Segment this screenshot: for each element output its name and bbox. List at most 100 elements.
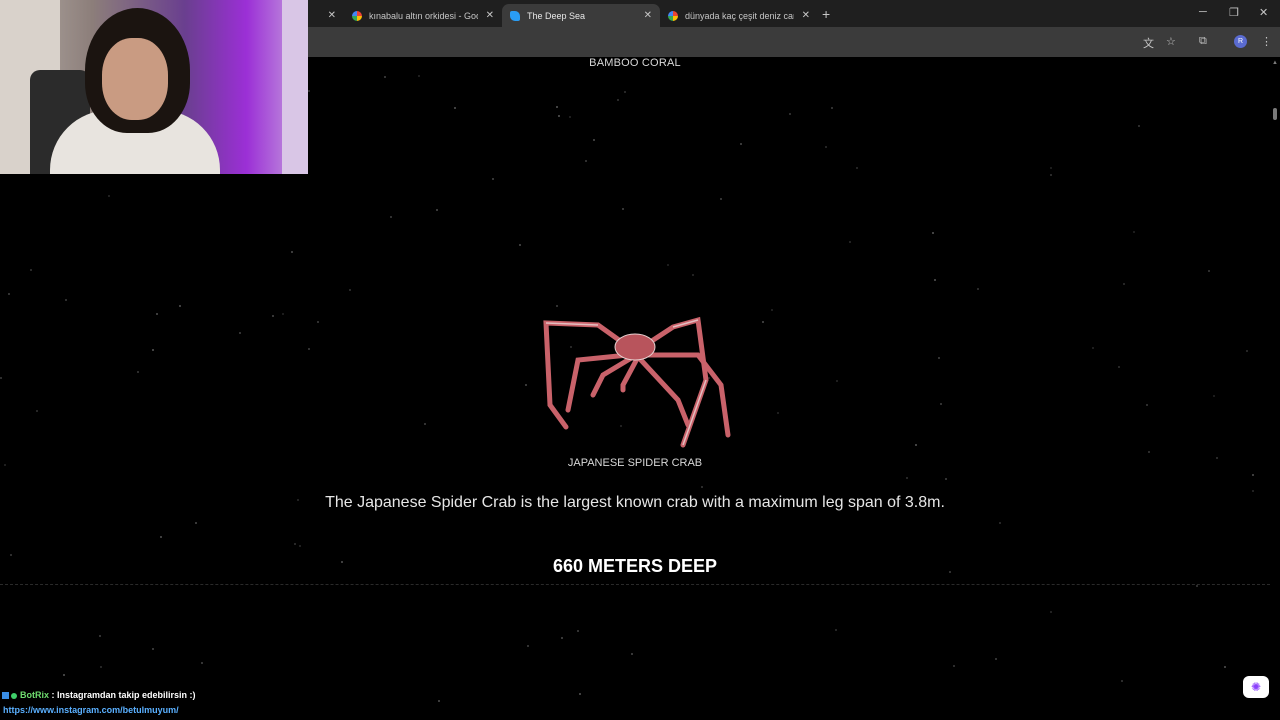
star-dot xyxy=(579,693,581,695)
tab-4[interactable]: dünyada kaç çeşit deniz canlısı ✕ xyxy=(660,4,818,27)
star-dot xyxy=(825,146,827,148)
brain-icon: ✺ xyxy=(1250,680,1262,694)
star-dot xyxy=(1092,347,1094,349)
star-dot xyxy=(201,662,203,664)
star-dot xyxy=(137,371,139,373)
star-dot xyxy=(527,645,529,647)
star-dot xyxy=(720,198,722,200)
star-dot xyxy=(617,99,619,101)
depth-heading: 660 METERS DEEP xyxy=(552,556,718,576)
crab-description: The Japanese Spider Crab is the largest … xyxy=(325,494,945,511)
star-dot xyxy=(349,289,351,291)
webcam-panel xyxy=(282,0,308,174)
star-dot xyxy=(195,522,197,524)
star-dot xyxy=(1208,270,1210,272)
star-dot xyxy=(667,264,669,266)
google-icon xyxy=(352,10,362,21)
bookmark-star-icon[interactable]: ☆ xyxy=(1166,35,1176,48)
star-dot xyxy=(152,648,154,650)
star-dot xyxy=(100,666,102,668)
star-dot xyxy=(239,332,241,334)
restore-button[interactable]: ❐ xyxy=(1229,6,1239,19)
star-dot xyxy=(831,107,833,109)
star-dot xyxy=(906,477,908,479)
close-icon[interactable]: ✕ xyxy=(486,10,494,21)
new-tab-button[interactable]: + xyxy=(822,6,830,22)
tab-3[interactable]: The Deep Sea ✕ xyxy=(502,4,660,27)
star-dot xyxy=(1252,474,1254,476)
star-dot xyxy=(1123,283,1125,285)
menu-icon[interactable]: ⋮ xyxy=(1261,35,1272,48)
star-dot xyxy=(308,348,310,350)
star-dot xyxy=(789,113,791,115)
profile-avatar[interactable]: R xyxy=(1234,35,1247,48)
star-dot xyxy=(36,410,38,412)
scrollbar[interactable] xyxy=(1270,57,1280,720)
star-dot xyxy=(740,143,742,145)
star-dot xyxy=(525,384,527,386)
star-dot xyxy=(556,106,558,108)
minimize-button[interactable]: ─ xyxy=(1199,6,1207,18)
star-dot xyxy=(438,700,440,702)
star-dot xyxy=(558,115,560,117)
scroll-up-arrow-icon[interactable]: ▲ xyxy=(1272,60,1278,66)
star-dot xyxy=(0,377,2,379)
star-dot xyxy=(8,293,10,295)
star-dot xyxy=(424,423,426,425)
depth-divider xyxy=(0,584,1270,585)
star-dot xyxy=(179,305,181,307)
star-dot xyxy=(1050,174,1052,176)
star-dot xyxy=(492,178,494,180)
star-dot xyxy=(1050,167,1052,169)
star-dot xyxy=(160,536,162,538)
star-dot xyxy=(999,522,1001,524)
star-dot xyxy=(569,116,571,118)
bot-badge-icon xyxy=(2,692,9,699)
close-icon[interactable]: ✕ xyxy=(328,10,336,21)
star-dot xyxy=(593,139,595,141)
star-dot xyxy=(1118,366,1120,368)
star-dot xyxy=(65,299,67,301)
star-dot xyxy=(915,444,917,446)
star-dot xyxy=(762,321,764,323)
star-dot xyxy=(1246,350,1248,352)
star-dot xyxy=(622,208,624,210)
star-dot xyxy=(294,543,296,545)
star-dot xyxy=(836,380,838,382)
tab-title: dünyada kaç çeşit deniz canlısı xyxy=(685,10,794,21)
star-dot xyxy=(938,357,940,359)
star-dot xyxy=(631,653,633,655)
scroll-thumb[interactable] xyxy=(1273,108,1277,120)
star-dot xyxy=(577,630,579,632)
star-dot xyxy=(977,288,979,290)
star-dot xyxy=(1148,451,1150,453)
star-dot xyxy=(953,665,955,667)
close-icon[interactable]: ✕ xyxy=(802,10,810,21)
star-dot xyxy=(777,412,779,414)
star-dot xyxy=(282,313,284,315)
star-dot xyxy=(701,486,703,488)
tab-2[interactable]: kınabalu altın orkidesi - Google ✕ xyxy=(344,4,502,27)
star-dot xyxy=(99,635,101,637)
star-dot xyxy=(849,241,851,243)
star-dot xyxy=(1121,680,1123,682)
assistant-floating-button[interactable]: ✺ xyxy=(1243,676,1269,698)
close-window-button[interactable]: ✕ xyxy=(1259,6,1268,19)
star-dot xyxy=(390,216,392,218)
star-dot xyxy=(519,244,521,246)
star-dot xyxy=(63,674,65,676)
google-icon xyxy=(668,10,678,21)
close-icon[interactable]: ✕ xyxy=(644,10,652,21)
translate-icon[interactable]: ⽂ xyxy=(1143,35,1154,51)
chat-text: : Instagramdan takip edebilirsin :) xyxy=(51,690,196,700)
star-dot xyxy=(308,90,310,92)
star-dot xyxy=(454,107,456,109)
star-dot xyxy=(1050,611,1052,613)
extensions-icon[interactable]: ⧉ xyxy=(1199,35,1207,48)
star-dot xyxy=(156,313,158,315)
star-dot xyxy=(317,321,319,323)
star-dot xyxy=(835,629,837,631)
star-dot xyxy=(299,545,301,547)
verified-badge-icon xyxy=(11,693,17,699)
star-dot xyxy=(771,309,773,311)
